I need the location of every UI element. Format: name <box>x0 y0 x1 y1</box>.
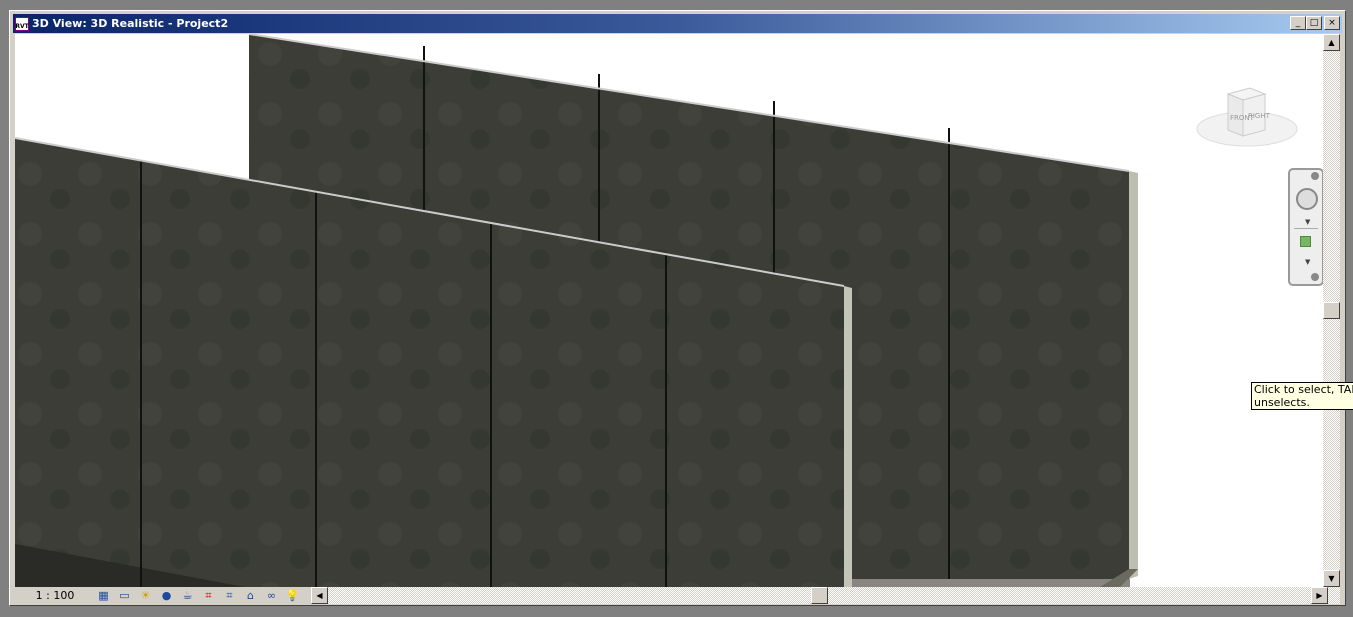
show-crop-icon[interactable]: ⌗ <box>221 589 238 603</box>
temporary-hide-icon[interactable]: ∞ <box>263 589 280 603</box>
detail-level-icon[interactable]: ▦ <box>95 589 112 603</box>
minimize-button[interactable]: _ <box>1290 16 1306 30</box>
scroll-right-button[interactable]: ▶ <box>1311 587 1328 604</box>
scroll-left-button[interactable]: ◀ <box>311 587 328 604</box>
tooltip-line: unselects. <box>1254 396 1310 409</box>
tooltip-line: Click to select, TAB for alternates, CTR… <box>1254 383 1353 396</box>
shadows-icon[interactable]: ● <box>158 589 175 603</box>
zoom-region-icon[interactable] <box>1300 236 1311 247</box>
app-icon: RVT <box>15 16 29 31</box>
dropdown-arrow-icon[interactable]: ▼ <box>1305 218 1310 226</box>
view-window: RVT 3D View: 3D Realistic - Project2 _ □… <box>9 10 1346 606</box>
rendering-icon[interactable]: ☕ <box>179 589 196 603</box>
view-scale[interactable]: 1 : 100 <box>15 589 95 602</box>
options-icon[interactable] <box>1311 273 1319 281</box>
close-icon[interactable] <box>1311 172 1319 180</box>
title-bar[interactable]: RVT 3D View: 3D Realistic - Project2 _ □… <box>13 14 1342 33</box>
steering-wheel-icon[interactable] <box>1296 188 1318 210</box>
lock-3d-view-icon[interactable]: ⌂ <box>242 589 259 603</box>
vertical-scrollbar[interactable]: ▲ ▼ <box>1323 34 1340 587</box>
view-control-bar: 1 : 100 ▦ ▭ ☀ ● ☕ ⌗ ⌗ ⌂ ∞ 💡 ◀ ▶ <box>15 587 1340 604</box>
scroll-up-button[interactable]: ▲ <box>1323 34 1340 51</box>
reveal-hidden-icon[interactable]: 💡 <box>284 589 301 603</box>
3d-model-scene[interactable]: FRONT RIGHT <box>15 34 1323 587</box>
horizontal-scrollbar[interactable]: ◀ ▶ <box>311 587 1340 604</box>
scroll-thumb[interactable] <box>811 587 828 604</box>
viewcube-right: RIGHT <box>1248 112 1271 120</box>
dropdown-arrow-icon[interactable]: ▼ <box>1305 258 1310 266</box>
close-button[interactable]: × <box>1324 16 1340 30</box>
tooltip: Click to select, TAB for alternates, CTR… <box>1251 382 1353 410</box>
maximize-button[interactable]: □ <box>1306 16 1322 30</box>
sun-path-off-icon[interactable]: ☀ <box>137 589 154 603</box>
viewcube[interactable]: FRONT RIGHT <box>1196 87 1298 147</box>
crop-view-icon[interactable]: ⌗ <box>200 589 217 603</box>
scroll-thumb[interactable] <box>1323 302 1340 319</box>
3d-viewport[interactable]: FRONT RIGHT <box>15 34 1323 587</box>
visual-style-icon[interactable]: ▭ <box>116 589 133 603</box>
scroll-down-button[interactable]: ▼ <box>1323 570 1340 587</box>
window-title: 3D View: 3D Realistic - Project2 <box>32 17 229 30</box>
navigation-bar[interactable]: ▼ ▼ <box>1288 168 1324 286</box>
